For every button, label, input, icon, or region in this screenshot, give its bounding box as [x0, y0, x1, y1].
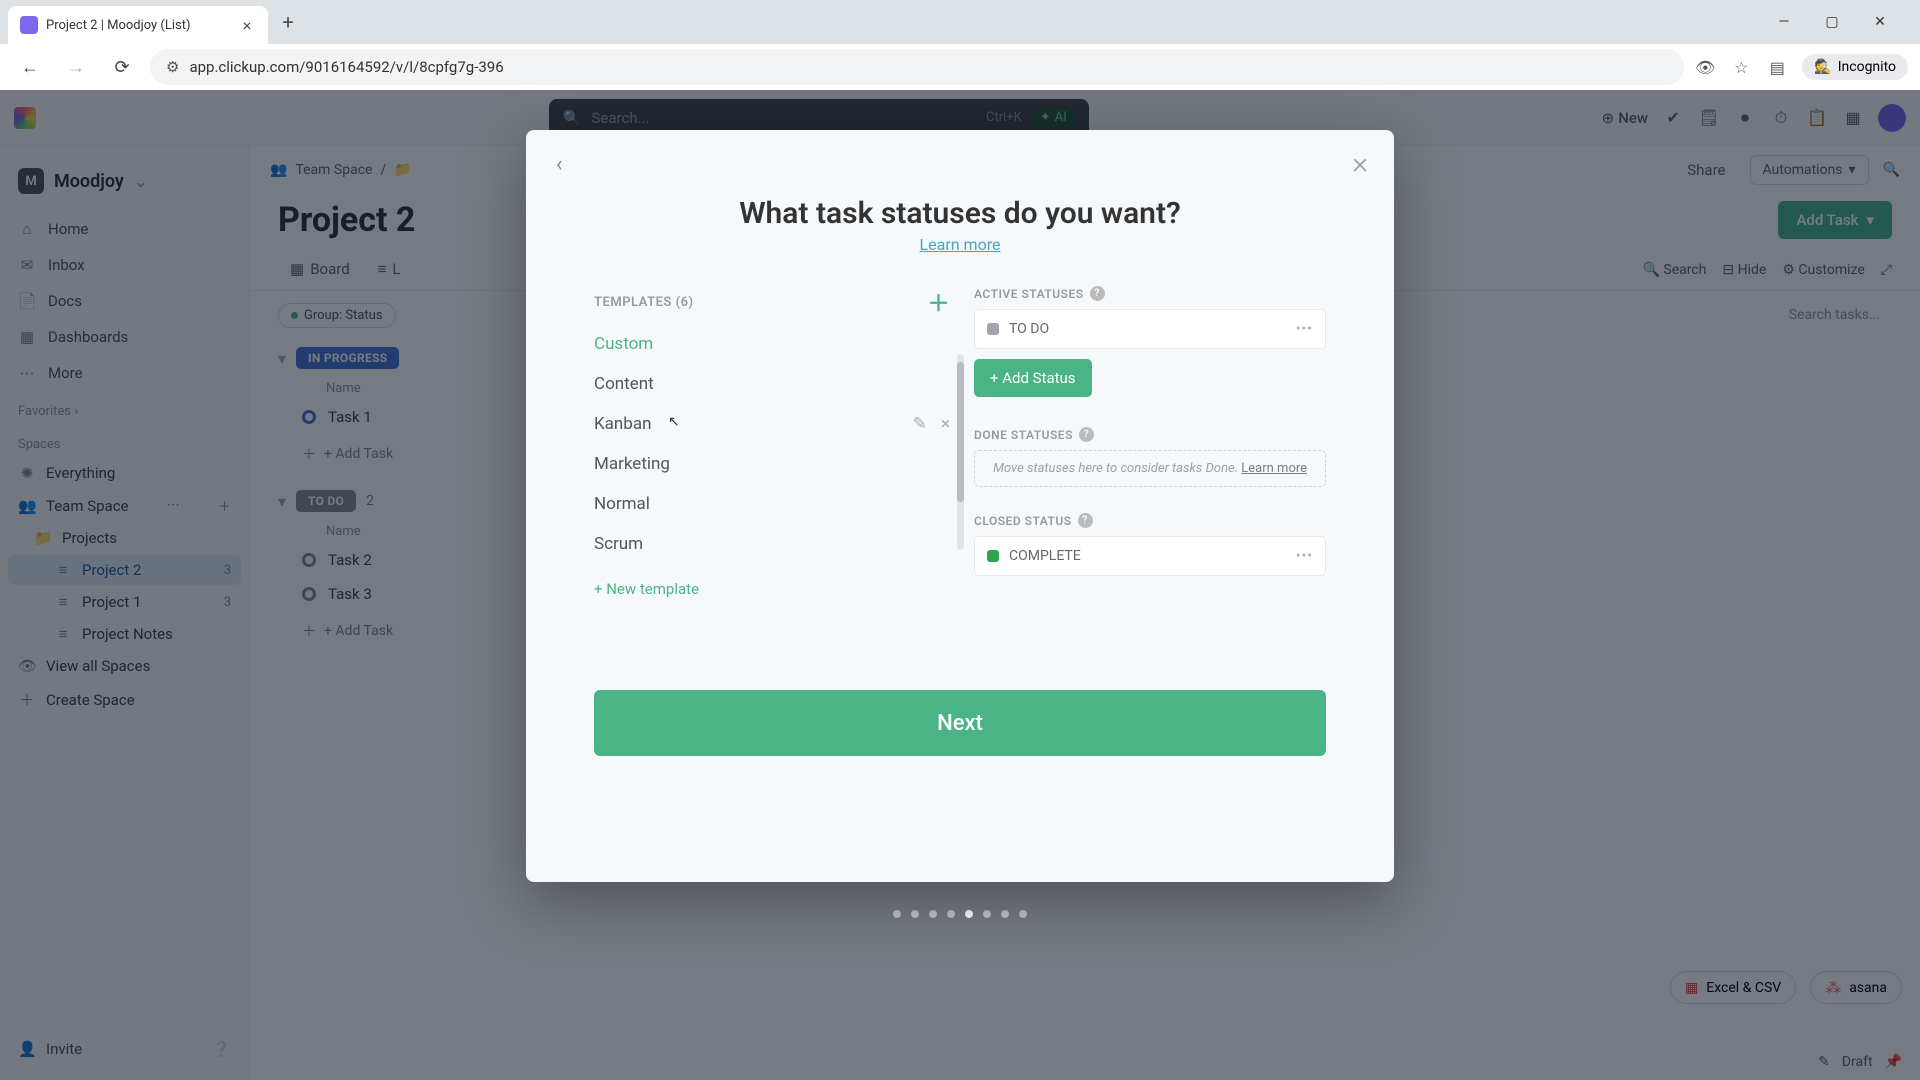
step-dot[interactable]	[929, 910, 937, 918]
close-window-icon[interactable]: ✕	[1864, 6, 1896, 38]
done-statuses-label: DONE STATUSES	[974, 428, 1073, 442]
edit-icon[interactable]: ✎	[913, 414, 927, 434]
eye-off-icon[interactable]: 👁	[1694, 56, 1716, 78]
new-template-button[interactable]: + New template	[594, 564, 950, 598]
template-item-kanban[interactable]: Kanban ↖ ✎ ×	[594, 404, 950, 444]
status-more-icon[interactable]: •••	[1296, 321, 1313, 337]
template-item-scrum[interactable]: Scrum	[594, 524, 950, 564]
incognito-icon: 🕵	[1814, 59, 1831, 75]
next-button[interactable]: Next	[594, 690, 1326, 756]
step-dot[interactable]	[1001, 910, 1009, 918]
scrollbar[interactable]	[957, 354, 964, 550]
tab-title: Project 2 | Moodjoy (List)	[46, 18, 230, 33]
site-settings-icon[interactable]: ⚙	[166, 58, 179, 76]
done-learn-more-link[interactable]: Learn more	[1241, 461, 1307, 476]
color-swatch-icon	[987, 550, 999, 562]
step-dots	[893, 910, 1027, 918]
closed-status-label: CLOSED STATUS	[974, 514, 1072, 528]
browser-tab[interactable]: Project 2 | Moodjoy (List) ×	[8, 6, 268, 44]
learn-more-link[interactable]: Learn more	[526, 235, 1394, 254]
step-dot[interactable]	[983, 910, 991, 918]
modal-title: What task statuses do you want?	[526, 156, 1394, 235]
color-swatch-icon	[987, 323, 999, 335]
close-tab-icon[interactable]: ×	[238, 16, 256, 34]
delete-icon[interactable]: ×	[941, 414, 950, 434]
back-icon[interactable]: ←	[12, 49, 48, 85]
status-item-todo[interactable]: TO DO•••	[974, 309, 1326, 349]
modal-overlay: ‹ × What task statuses do you want? Lear…	[0, 90, 1920, 1080]
add-status-button[interactable]: + Add Status	[974, 359, 1092, 397]
step-dot[interactable]	[965, 910, 973, 918]
add-template-button[interactable]: ＋	[927, 286, 950, 318]
new-tab-button[interactable]: +	[272, 6, 304, 38]
status-item-complete[interactable]: COMPLETE•••	[974, 536, 1326, 576]
cursor-icon: ↖	[668, 414, 680, 430]
scrollbar-thumb[interactable]	[957, 362, 964, 502]
sidepanel-icon[interactable]: ▤	[1766, 56, 1788, 78]
close-button[interactable]: ×	[1352, 146, 1368, 181]
template-item-marketing[interactable]: Marketing	[594, 444, 950, 484]
help-icon[interactable]: ?	[1079, 427, 1094, 442]
template-item-custom[interactable]: Custom	[594, 324, 950, 364]
step-dot[interactable]	[947, 910, 955, 918]
templates-label: TEMPLATES (6)	[594, 295, 694, 310]
address-bar[interactable]: ⚙ app.clickup.com/9016164592/v/l/8cpfg7g…	[150, 49, 1684, 85]
forward-icon[interactable]: →	[58, 49, 94, 85]
star-icon[interactable]: ☆	[1730, 56, 1752, 78]
active-statuses-label: ACTIVE STATUSES	[974, 287, 1084, 301]
step-dot[interactable]	[893, 910, 901, 918]
back-button[interactable]: ‹	[556, 152, 563, 177]
help-icon[interactable]: ?	[1090, 286, 1105, 301]
incognito-label: Incognito	[1838, 59, 1896, 75]
step-dot[interactable]	[911, 910, 919, 918]
step-dot[interactable]	[1019, 910, 1027, 918]
url-text: app.clickup.com/9016164592/v/l/8cpfg7g-3…	[189, 58, 503, 76]
template-item-content[interactable]: Content	[594, 364, 950, 404]
done-drop-zone[interactable]: Move statuses here to consider tasks Don…	[974, 450, 1326, 487]
reload-icon[interactable]: ⟳	[104, 49, 140, 85]
incognito-chip[interactable]: 🕵 Incognito	[1802, 54, 1908, 80]
template-item-normal[interactable]: Normal	[594, 484, 950, 524]
status-more-icon[interactable]: •••	[1296, 548, 1313, 564]
maximize-icon[interactable]: ▢	[1816, 6, 1848, 38]
minimize-icon[interactable]: —	[1768, 6, 1800, 38]
status-setup-modal: ‹ × What task statuses do you want? Lear…	[526, 130, 1394, 882]
favicon-icon	[20, 16, 38, 34]
help-icon[interactable]: ?	[1078, 513, 1093, 528]
